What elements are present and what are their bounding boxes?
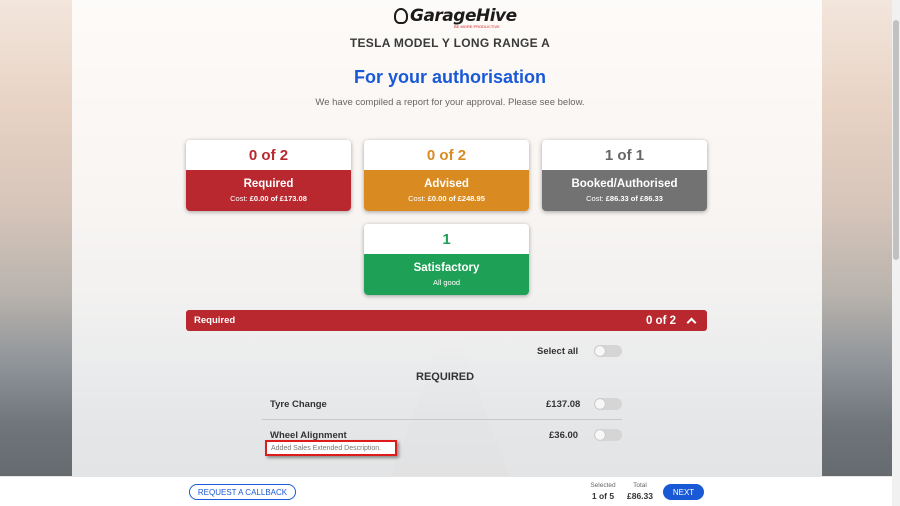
card-advised[interactable]: 0 of 2 Advised Cost: £0.00 of £248.95 (364, 140, 529, 211)
logo-tagline: BE MORE PRODUCTIVE (454, 24, 500, 29)
garagehive-logo: GarageHive BE MORE PRODUCTIVE (394, 4, 517, 29)
scrollbar[interactable] (892, 0, 900, 506)
card-cost-value: £0.00 of £248.95 (427, 194, 485, 203)
card-cost-label: Cost: (408, 194, 426, 203)
scrollbar-thumb[interactable] (893, 20, 899, 260)
select-all-toggle[interactable] (594, 345, 622, 357)
card-count: 0 of 2 (364, 140, 529, 170)
item-description: Added Sales Extended Description. (265, 440, 397, 456)
card-cost-label: Cost: (230, 194, 248, 203)
card-cost-value: £0.00 of £173.08 (249, 194, 307, 203)
selected-label: Selected (590, 482, 616, 489)
item-price: £36.00 (549, 430, 579, 441)
section-count: 0 of 2 (645, 314, 676, 327)
item-toggle-wheel-alignment[interactable] (594, 429, 622, 441)
card-subtext: All good (432, 278, 461, 287)
card-title: Required (243, 178, 294, 190)
card-booked-authorised[interactable]: 1 of 1 Booked/Authorised Cost: £86.33 of… (542, 140, 707, 211)
item-toggle-tyre-change[interactable] (594, 398, 622, 410)
logo-icon (394, 8, 408, 24)
page-heading: For your authorisation (353, 67, 546, 87)
item-name: Tyre Change (270, 399, 327, 410)
total-label: Total (633, 482, 647, 489)
card-count: 1 (364, 224, 529, 254)
card-title: Satisfactory (413, 262, 480, 274)
group-heading: REQUIRED (416, 371, 475, 383)
request-callback-button[interactable]: REQUEST A CALLBACK (189, 484, 296, 500)
next-button[interactable]: NEXT (663, 484, 704, 500)
card-title: Booked/Authorised (571, 178, 678, 190)
item-price: £137.08 (546, 399, 581, 410)
item-divider (262, 419, 622, 420)
chevron-up-icon[interactable] (686, 317, 697, 328)
card-count: 1 of 1 (542, 140, 707, 170)
selected-value: 1 of 5 (591, 491, 615, 501)
select-all-label: Select all (537, 346, 579, 357)
vehicle-title: TESLA MODEL Y LONG RANGE A (349, 36, 551, 50)
card-cost-label: Cost: (586, 194, 604, 203)
page-subtitle: We have compiled a report for your appro… (315, 97, 585, 108)
section-title: Required (194, 315, 236, 326)
logo-text: GarageHive (410, 6, 517, 26)
total-value: £86.33 (627, 491, 653, 501)
card-cost-value: £86.33 of £86.33 (605, 194, 663, 203)
card-satisfactory[interactable]: 1 Satisfactory All good (364, 224, 529, 295)
card-required[interactable]: 0 of 2 Required Cost: £0.00 of £173.08 (186, 140, 351, 211)
required-section-header[interactable]: Required 0 of 2 (186, 310, 707, 331)
card-count: 0 of 2 (186, 140, 351, 170)
card-title: Advised (424, 178, 469, 190)
footer-bar: REQUEST A CALLBACK Selected 1 of 5 Total… (0, 476, 892, 506)
